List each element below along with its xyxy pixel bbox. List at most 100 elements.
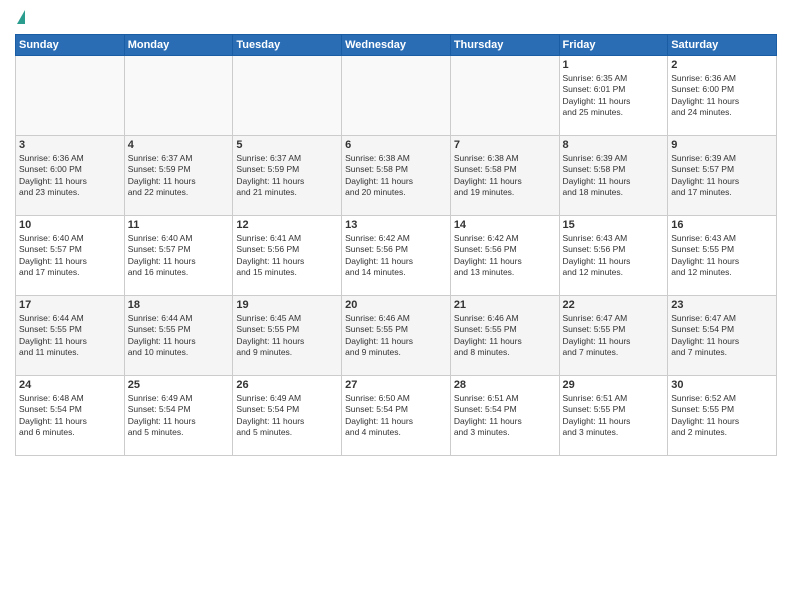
calendar-cell: 24 Sunrise: 6:48 AM Sunset: 5:54 PM Dayli… xyxy=(16,376,125,456)
day-number: 21 xyxy=(454,299,556,311)
calendar-cell: 2 Sunrise: 6:36 AM Sunset: 6:00 PM Daylig… xyxy=(668,56,777,136)
calendar-week-row: 10 Sunrise: 6:40 AM Sunset: 5:57 PM Dayli… xyxy=(16,216,777,296)
day-number: 25 xyxy=(128,379,230,391)
day-number: 30 xyxy=(671,379,773,391)
day-info: Sunrise: 6:36 AM Sunset: 6:00 PM Dayligh… xyxy=(671,73,773,119)
calendar-cell: 28 Sunrise: 6:51 AM Sunset: 5:54 PM Dayli… xyxy=(450,376,559,456)
day-number: 28 xyxy=(454,379,556,391)
day-number: 20 xyxy=(345,299,447,311)
day-number: 14 xyxy=(454,219,556,231)
day-info: Sunrise: 6:37 AM Sunset: 5:59 PM Dayligh… xyxy=(236,153,338,199)
calendar-cell xyxy=(16,56,125,136)
calendar-cell xyxy=(450,56,559,136)
day-info: Sunrise: 6:51 AM Sunset: 5:54 PM Dayligh… xyxy=(454,393,556,439)
calendar-week-row: 17 Sunrise: 6:44 AM Sunset: 5:55 PM Dayli… xyxy=(16,296,777,376)
day-number: 3 xyxy=(19,139,121,151)
day-info: Sunrise: 6:50 AM Sunset: 5:54 PM Dayligh… xyxy=(345,393,447,439)
day-header-thursday: Thursday xyxy=(450,35,559,56)
calendar-cell: 10 Sunrise: 6:40 AM Sunset: 5:57 PM Dayli… xyxy=(16,216,125,296)
calendar-cell: 7Sunrise: 6:38 AM Sunset: 5:58 PM Daylig… xyxy=(450,136,559,216)
calendar-cell: 26 Sunrise: 6:49 AM Sunset: 5:54 PM Dayli… xyxy=(233,376,342,456)
day-info: Sunrise: 6:42 AM Sunset: 5:56 PM Dayligh… xyxy=(345,233,447,279)
day-number: 18 xyxy=(128,299,230,311)
calendar-cell: 13Sunrise: 6:42 AM Sunset: 5:56 PM Dayli… xyxy=(342,216,451,296)
day-header-tuesday: Tuesday xyxy=(233,35,342,56)
day-number: 2 xyxy=(671,59,773,71)
calendar-cell: 18 Sunrise: 6:44 AM Sunset: 5:55 PM Dayli… xyxy=(124,296,233,376)
day-number: 10 xyxy=(19,219,121,231)
day-info: Sunrise: 6:42 AM Sunset: 5:56 PM Dayligh… xyxy=(454,233,556,279)
calendar-cell: 12 Sunrise: 6:41 AM Sunset: 5:56 PM Dayli… xyxy=(233,216,342,296)
calendar-cell: 25 Sunrise: 6:49 AM Sunset: 5:54 PM Dayli… xyxy=(124,376,233,456)
calendar-cell: 29Sunrise: 6:51 AM Sunset: 5:55 PM Dayli… xyxy=(559,376,668,456)
calendar-week-row: 1 Sunrise: 6:35 AM Sunset: 6:01 PM Daylig… xyxy=(16,56,777,136)
calendar-cell: 11 Sunrise: 6:40 AM Sunset: 5:57 PM Dayli… xyxy=(124,216,233,296)
calendar-week-row: 3Sunrise: 6:36 AM Sunset: 6:00 PM Daylig… xyxy=(16,136,777,216)
day-info: Sunrise: 6:38 AM Sunset: 5:58 PM Dayligh… xyxy=(345,153,447,199)
calendar-cell: 19 Sunrise: 6:45 AM Sunset: 5:55 PM Dayli… xyxy=(233,296,342,376)
day-number: 11 xyxy=(128,219,230,231)
calendar-cell: 3Sunrise: 6:36 AM Sunset: 6:00 PM Daylig… xyxy=(16,136,125,216)
day-info: Sunrise: 6:39 AM Sunset: 5:58 PM Dayligh… xyxy=(563,153,665,199)
page: SundayMondayTuesdayWednesdayThursdayFrid… xyxy=(0,0,792,612)
calendar-cell xyxy=(233,56,342,136)
day-info: Sunrise: 6:47 AM Sunset: 5:55 PM Dayligh… xyxy=(563,313,665,359)
day-info: Sunrise: 6:43 AM Sunset: 5:56 PM Dayligh… xyxy=(563,233,665,279)
day-number: 26 xyxy=(236,379,338,391)
day-number: 17 xyxy=(19,299,121,311)
day-number: 6 xyxy=(345,139,447,151)
day-info: Sunrise: 6:44 AM Sunset: 5:55 PM Dayligh… xyxy=(128,313,230,359)
calendar-cell: 9Sunrise: 6:39 AM Sunset: 5:57 PM Daylig… xyxy=(668,136,777,216)
day-number: 1 xyxy=(563,59,665,71)
day-info: Sunrise: 6:35 AM Sunset: 6:01 PM Dayligh… xyxy=(563,73,665,119)
day-number: 23 xyxy=(671,299,773,311)
day-info: Sunrise: 6:48 AM Sunset: 5:54 PM Dayligh… xyxy=(19,393,121,439)
day-info: Sunrise: 6:40 AM Sunset: 5:57 PM Dayligh… xyxy=(128,233,230,279)
day-number: 24 xyxy=(19,379,121,391)
calendar-header-row: SundayMondayTuesdayWednesdayThursdayFrid… xyxy=(16,35,777,56)
calendar-cell xyxy=(342,56,451,136)
day-info: Sunrise: 6:37 AM Sunset: 5:59 PM Dayligh… xyxy=(128,153,230,199)
day-number: 9 xyxy=(671,139,773,151)
calendar-cell: 8 Sunrise: 6:39 AM Sunset: 5:58 PM Daylig… xyxy=(559,136,668,216)
calendar-week-row: 24 Sunrise: 6:48 AM Sunset: 5:54 PM Dayli… xyxy=(16,376,777,456)
day-header-monday: Monday xyxy=(124,35,233,56)
day-info: Sunrise: 6:47 AM Sunset: 5:54 PM Dayligh… xyxy=(671,313,773,359)
day-info: Sunrise: 6:44 AM Sunset: 5:55 PM Dayligh… xyxy=(19,313,121,359)
day-number: 8 xyxy=(563,139,665,151)
day-info: Sunrise: 6:46 AM Sunset: 5:55 PM Dayligh… xyxy=(454,313,556,359)
day-info: Sunrise: 6:38 AM Sunset: 5:58 PM Dayligh… xyxy=(454,153,556,199)
day-info: Sunrise: 6:45 AM Sunset: 5:55 PM Dayligh… xyxy=(236,313,338,359)
day-info: Sunrise: 6:52 AM Sunset: 5:55 PM Dayligh… xyxy=(671,393,773,439)
calendar-cell: 1 Sunrise: 6:35 AM Sunset: 6:01 PM Daylig… xyxy=(559,56,668,136)
day-number: 19 xyxy=(236,299,338,311)
day-header-friday: Friday xyxy=(559,35,668,56)
day-info: Sunrise: 6:43 AM Sunset: 5:55 PM Dayligh… xyxy=(671,233,773,279)
day-header-wednesday: Wednesday xyxy=(342,35,451,56)
day-info: Sunrise: 6:41 AM Sunset: 5:56 PM Dayligh… xyxy=(236,233,338,279)
calendar-table: SundayMondayTuesdayWednesdayThursdayFrid… xyxy=(15,34,777,456)
day-header-saturday: Saturday xyxy=(668,35,777,56)
day-number: 12 xyxy=(236,219,338,231)
calendar-cell: 15 Sunrise: 6:43 AM Sunset: 5:56 PM Dayli… xyxy=(559,216,668,296)
calendar-cell: 16Sunrise: 6:43 AM Sunset: 5:55 PM Dayli… xyxy=(668,216,777,296)
day-info: Sunrise: 6:49 AM Sunset: 5:54 PM Dayligh… xyxy=(128,393,230,439)
day-info: Sunrise: 6:40 AM Sunset: 5:57 PM Dayligh… xyxy=(19,233,121,279)
calendar-cell: 4 Sunrise: 6:37 AM Sunset: 5:59 PM Daylig… xyxy=(124,136,233,216)
day-info: Sunrise: 6:46 AM Sunset: 5:55 PM Dayligh… xyxy=(345,313,447,359)
logo xyxy=(15,10,25,26)
header xyxy=(15,10,777,26)
calendar-cell: 14 Sunrise: 6:42 AM Sunset: 5:56 PM Dayli… xyxy=(450,216,559,296)
calendar-cell: 22Sunrise: 6:47 AM Sunset: 5:55 PM Dayli… xyxy=(559,296,668,376)
day-number: 27 xyxy=(345,379,447,391)
calendar-cell: 6 Sunrise: 6:38 AM Sunset: 5:58 PM Daylig… xyxy=(342,136,451,216)
day-number: 29 xyxy=(563,379,665,391)
day-header-sunday: Sunday xyxy=(16,35,125,56)
day-info: Sunrise: 6:49 AM Sunset: 5:54 PM Dayligh… xyxy=(236,393,338,439)
calendar-cell: 30 Sunrise: 6:52 AM Sunset: 5:55 PM Dayli… xyxy=(668,376,777,456)
day-number: 4 xyxy=(128,139,230,151)
day-number: 15 xyxy=(563,219,665,231)
calendar-cell: 23 Sunrise: 6:47 AM Sunset: 5:54 PM Dayli… xyxy=(668,296,777,376)
calendar-cell: 17 Sunrise: 6:44 AM Sunset: 5:55 PM Dayli… xyxy=(16,296,125,376)
calendar-cell xyxy=(124,56,233,136)
